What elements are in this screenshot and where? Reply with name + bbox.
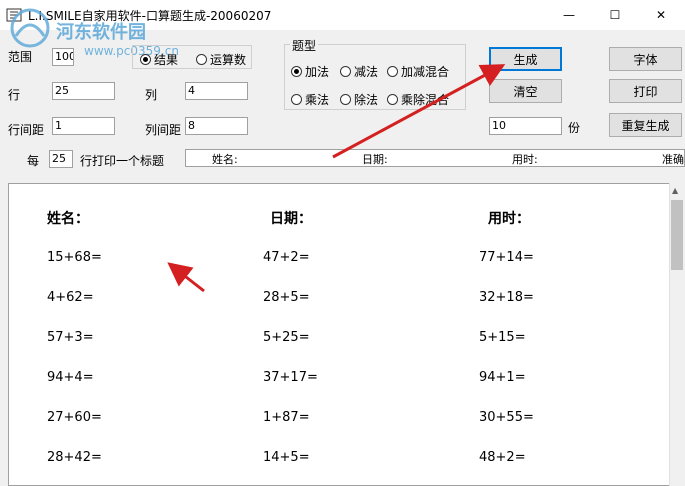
problem-cell: 48+2= bbox=[479, 450, 526, 465]
radio-dot-checked bbox=[291, 66, 302, 77]
row-spacing-label: 行间距 bbox=[8, 123, 45, 137]
radio-addition-label: 加法 bbox=[305, 65, 330, 79]
minimize-icon: — bbox=[563, 8, 575, 22]
radio-subtraction[interactable]: 减法 bbox=[340, 63, 378, 80]
sheet-header-name: 姓名： bbox=[47, 211, 89, 227]
problem-cell: 28+42= bbox=[47, 450, 102, 465]
every-input[interactable]: 25 bbox=[49, 150, 73, 168]
sheet-header-time: 用时： bbox=[488, 211, 530, 227]
range-label: 范围 bbox=[8, 50, 33, 64]
col-spacing-label: 列间距 bbox=[145, 123, 182, 137]
radio-dot bbox=[387, 66, 398, 77]
radio-mul-div-mixed-label: 乘除混合 bbox=[401, 93, 450, 107]
radio-result-label: 结果 bbox=[154, 53, 179, 67]
print-button[interactable]: 打印 bbox=[609, 79, 682, 103]
header-name-field: 姓名: bbox=[212, 153, 238, 166]
problem-cell: 37+17= bbox=[263, 370, 318, 385]
problem-cell: 28+5= bbox=[263, 290, 310, 305]
question-type-title: 题型 bbox=[290, 37, 319, 54]
copies-input[interactable]: 10 bbox=[489, 117, 562, 135]
radio-operands-label: 运算数 bbox=[210, 53, 247, 67]
problem-cell: 57+3= bbox=[47, 330, 94, 345]
problem-cell: 27+60= bbox=[47, 410, 102, 425]
radio-subtraction-label: 减法 bbox=[354, 65, 379, 79]
print-title-label: 行打印一个标题 bbox=[80, 154, 165, 168]
cols-label: 列 bbox=[145, 88, 158, 102]
radio-addition[interactable]: 加法 bbox=[291, 63, 329, 80]
radio-mul-div-mixed[interactable]: 乘除混合 bbox=[387, 91, 449, 108]
problem-cell: 94+1= bbox=[479, 370, 526, 385]
radio-dot bbox=[291, 94, 302, 105]
maximize-button[interactable]: ☐ bbox=[592, 0, 638, 30]
radio-division[interactable]: 除法 bbox=[340, 91, 378, 108]
problem-cell: 30+55= bbox=[479, 410, 534, 425]
font-button[interactable]: 字体 bbox=[609, 47, 682, 71]
problem-cell: 5+25= bbox=[263, 330, 310, 345]
problem-cell: 32+18= bbox=[479, 290, 534, 305]
clear-button[interactable]: 清空 bbox=[489, 79, 562, 103]
close-icon: ✕ bbox=[655, 8, 667, 22]
range-input[interactable]: 100 bbox=[52, 48, 74, 66]
problem-cell: 15+68= bbox=[47, 250, 102, 265]
rows-input[interactable]: 25 bbox=[52, 82, 115, 100]
header-date-field: 日期: bbox=[362, 153, 388, 166]
watermark-text: 河东软件园 bbox=[56, 22, 146, 43]
radio-multiplication-label: 乘法 bbox=[305, 93, 330, 107]
generate-button[interactable]: 生成 bbox=[489, 47, 562, 71]
minimize-button[interactable]: — bbox=[546, 0, 592, 30]
header-template-input[interactable]: 姓名: 日期: 用时: 准确 bbox=[185, 149, 685, 167]
radio-division-label: 除法 bbox=[354, 93, 379, 107]
scroll-up-icon[interactable]: ▲ bbox=[672, 186, 678, 195]
problem-cell: 47+2= bbox=[263, 250, 310, 265]
regenerate-button[interactable]: 重复生成 bbox=[609, 113, 682, 137]
row-spacing-input[interactable]: 1 bbox=[52, 117, 115, 135]
problem-cell: 77+14= bbox=[479, 250, 534, 265]
radio-multiplication[interactable]: 乘法 bbox=[291, 91, 329, 108]
problem-cell: 94+4= bbox=[47, 370, 94, 385]
problem-cell: 4+62= bbox=[47, 290, 94, 305]
rows-label: 行 bbox=[8, 88, 21, 102]
radio-dot bbox=[340, 66, 351, 77]
cols-input[interactable]: 4 bbox=[185, 82, 248, 100]
radio-result[interactable]: 结果 bbox=[140, 51, 178, 68]
radio-add-sub-mixed-label: 加减混合 bbox=[401, 65, 450, 79]
header-accuracy-field: 准确 bbox=[662, 153, 684, 166]
radio-dot bbox=[387, 94, 398, 105]
radio-add-sub-mixed[interactable]: 加减混合 bbox=[387, 63, 449, 80]
maximize-icon: ☐ bbox=[609, 8, 621, 22]
radio-dot bbox=[340, 94, 351, 105]
problem-cell: 1+87= bbox=[263, 410, 310, 425]
radio-operands[interactable]: 运算数 bbox=[196, 51, 246, 68]
header-time-field: 用时: bbox=[512, 153, 538, 166]
close-button[interactable]: ✕ bbox=[638, 0, 684, 30]
problem-cell: 5+15= bbox=[479, 330, 526, 345]
radio-dot bbox=[196, 54, 207, 65]
worksheet-area[interactable]: 姓名： 日期： 用时： 15+68= 47+2= 77+14= 4+62= 28… bbox=[8, 183, 670, 486]
problem-cell: 14+5= bbox=[263, 450, 310, 465]
every-label: 每 bbox=[27, 154, 40, 168]
col-spacing-input[interactable]: 8 bbox=[185, 117, 248, 135]
scrollbar-thumb[interactable] bbox=[671, 200, 683, 270]
copies-unit-label: 份 bbox=[568, 121, 581, 135]
radio-dot-checked bbox=[140, 54, 151, 65]
sheet-header-date: 日期： bbox=[270, 211, 312, 227]
